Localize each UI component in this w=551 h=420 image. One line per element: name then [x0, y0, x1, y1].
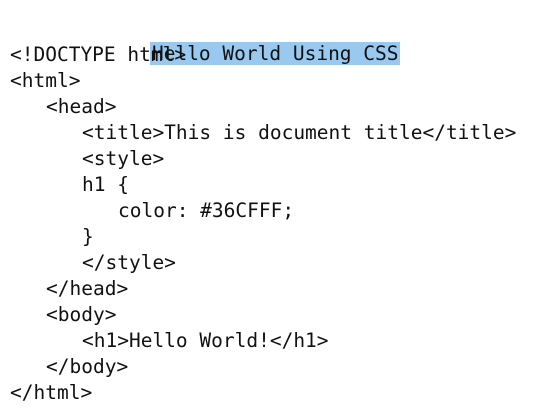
html-code-block: <!DOCTYPE html> <html> <head> <title>Thi… — [10, 42, 516, 406]
code-line-head-close: </head> — [46, 277, 129, 300]
code-line-style-open: <style> — [82, 147, 165, 170]
code-line-head-open: <head> — [46, 95, 117, 118]
selected-heading-line: Hello World Using CSS — [103, 15, 400, 65]
code-line-html-close: </html> — [10, 381, 93, 404]
code-line-html-open: <html> — [10, 69, 81, 92]
code-line-style-close: </style> — [82, 251, 176, 274]
code-example-panel: Hello World Using CSS <!DOCTYPE html> <h… — [0, 0, 551, 420]
code-line-h1-rule-close: } — [82, 225, 94, 248]
code-line-h1-rule-open: h1 { — [82, 173, 129, 196]
code-line-body-close: </body> — [46, 355, 129, 378]
code-line-title: <title>This is document title</title> — [82, 121, 517, 144]
code-line-h1-content: <h1>Hello World!</h1> — [82, 329, 329, 352]
code-line-body-open: <body> — [46, 303, 117, 326]
code-line-color-declaration: color: #36CFFF; — [118, 199, 295, 222]
code-line-doctype: <!DOCTYPE html> — [10, 43, 187, 66]
